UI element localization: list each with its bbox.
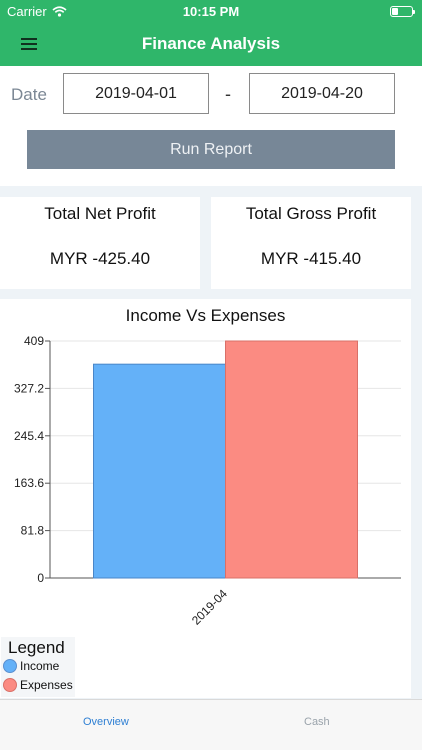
legend-swatch-income [3, 659, 17, 673]
gross-profit-value: MYR -415.40 [260, 249, 362, 268]
y-tick-label: 81.8 [21, 524, 45, 538]
legend-title: Legend [8, 638, 65, 657]
y-tick-label: 0 [37, 571, 44, 585]
tab-cash[interactable]: Cash [304, 716, 330, 728]
y-tick-label: 327.2 [14, 381, 44, 395]
net-profit-value: MYR -425.40 [49, 249, 151, 268]
legend-swatch-expenses [3, 678, 17, 692]
x-tick-label: 2019-04 [189, 586, 230, 627]
legend-label-expenses: Expenses [20, 678, 73, 692]
clock: 10:15 PM [182, 4, 240, 19]
battery-icon [390, 6, 415, 17]
date-from-field[interactable] [63, 73, 209, 114]
legend-label-income: Income [20, 659, 60, 673]
status-bar: Carrier 10:15 PM [0, 0, 422, 22]
gross-profit-card: Total Gross Profit MYR -415.40 [211, 197, 411, 289]
legend-item-expenses: Expenses [3, 678, 73, 692]
tab-overview[interactable]: Overview [83, 716, 129, 728]
y-tick-label: 409 [24, 334, 44, 348]
net-profit-card: Total Net Profit MYR -425.40 [0, 197, 200, 289]
gross-profit-label: Total Gross Profit [245, 204, 377, 223]
nav-bar: Finance Analysis [0, 22, 422, 66]
page-title: Finance Analysis [141, 34, 281, 53]
income-expenses-chart: Income Vs Expenses 0 81.8 163.6 245.4 327.2 4… [0, 299, 411, 698]
bar-chart: 0 81.8 163.6 245.4 327.2 409 2019-04 [14, 334, 401, 628]
bar-expenses [225, 340, 358, 579]
date-to-field[interactable] [249, 73, 395, 114]
date-separator: - [225, 84, 231, 104]
report-filter: Date - Run Report [0, 66, 422, 186]
chart-legend: Legend Income Expenses [1, 637, 75, 697]
y-tick-label: 163.6 [14, 476, 44, 490]
tab-bar: Overview Cash [0, 699, 422, 750]
y-tick-label: 245.4 [14, 429, 44, 443]
date-label: Date [11, 85, 47, 104]
run-report-button[interactable]: Run Report [27, 130, 395, 169]
net-profit-label: Total Net Profit [44, 204, 156, 223]
bar-income [93, 363, 226, 579]
legend-item-income: Income [3, 659, 59, 673]
